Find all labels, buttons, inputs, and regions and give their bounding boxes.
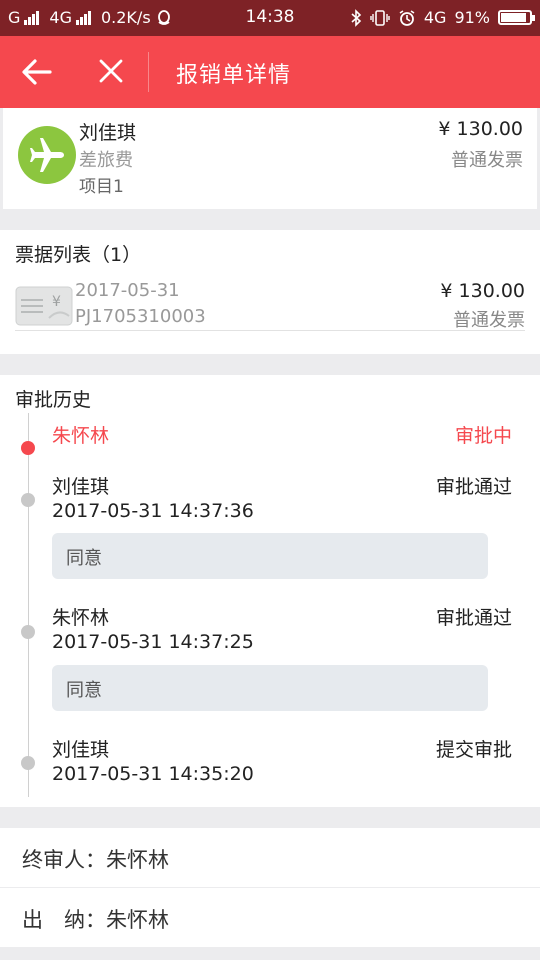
history-heading: 审批历史 — [15, 389, 92, 411]
status-right: 4G 91% — [350, 8, 535, 27]
approval-time: 2017-05-31 14:35:20 — [52, 763, 254, 785]
airplane-icon — [18, 126, 76, 184]
approver-name: 刘佳琪 — [52, 739, 110, 761]
bills-heading: 票据列表（1） — [15, 244, 142, 266]
approval-time: 2017-05-31 14:37:36 — [52, 500, 254, 522]
comment-text: 同意 — [66, 548, 102, 569]
approver-name: 朱怀林 — [52, 607, 110, 629]
app-bar: 报销单详情 — [0, 36, 540, 108]
timeline-dot — [21, 756, 35, 770]
page-title: 报销单详情 — [176, 63, 292, 88]
project-name: 项目1 — [79, 177, 124, 197]
expense-summary-card[interactable]: 刘佳琪 差旅费 项目1 ¥ 130.00 普通发票 — [3, 108, 537, 209]
approval-status: 审批通过 — [435, 476, 512, 498]
approval-status: 审批通过 — [435, 607, 512, 629]
airplane-glyph — [30, 138, 64, 172]
final-approver-row: 终审人：朱怀林 — [0, 828, 540, 887]
total-amount: ¥ 130.00 — [438, 118, 523, 140]
bill-item[interactable]: ¥ 2017-05-31 PJ1705310003 ¥ 130.00 普通发票 — [15, 274, 525, 331]
comment-text: 同意 — [66, 680, 102, 701]
approval-comment: 同意 — [52, 533, 488, 579]
bills-section: 票据列表（1） ¥ 2017-05-31 PJ1705310003 ¥ 130.… — [0, 230, 540, 354]
invoice-kind: 普通发票 — [451, 150, 523, 171]
final-approver-label: 终审人：朱怀林 — [22, 848, 169, 872]
timeline-dot — [21, 493, 35, 507]
bill-amount: ¥ 130.00 — [440, 280, 525, 302]
approver-name: 刘佳琪 — [52, 476, 110, 498]
back-arrow-icon[interactable] — [20, 56, 54, 88]
vibrate-icon — [370, 9, 390, 26]
approval-status: 提交审批 — [435, 739, 512, 761]
expense-type: 差旅费 — [79, 150, 133, 171]
header-divider — [148, 52, 149, 92]
approval-history-section: 审批历史 朱怀林 审批中 刘佳琪 审批通过 2017-05-31 14:37:3… — [0, 375, 540, 807]
approver-name: 朱怀林 — [52, 425, 110, 447]
battery-percent: 91% — [454, 8, 490, 27]
applicant-name: 刘佳琪 — [79, 122, 137, 144]
approval-comment: 同意 — [52, 665, 488, 711]
bill-kind: 普通发票 — [453, 310, 525, 331]
bluetooth-icon — [351, 8, 362, 27]
status-bar: G 4G 0.2K/s 14:38 4G 91% — [0, 0, 540, 36]
network-label-2: 4G — [423, 8, 447, 27]
battery-fill — [501, 13, 527, 22]
timeline-dot-current — [21, 441, 35, 455]
cashier-row: 出 纳：朱怀林 — [0, 888, 540, 947]
timeline-dot — [21, 625, 35, 639]
approval-time: 2017-05-31 14:37:25 — [52, 631, 254, 653]
alarm-icon — [399, 9, 415, 26]
receipt-icon: ¥ — [15, 286, 73, 326]
cashier-label: 出 纳：朱怀林 — [22, 908, 169, 932]
timeline-line — [28, 413, 29, 797]
bill-date: 2017-05-31 — [75, 280, 180, 301]
battery-icon — [498, 10, 535, 25]
bill-number: PJ1705310003 — [75, 306, 206, 327]
svg-text:¥: ¥ — [52, 294, 61, 310]
close-icon[interactable] — [96, 56, 126, 86]
approval-status: 审批中 — [454, 425, 512, 447]
